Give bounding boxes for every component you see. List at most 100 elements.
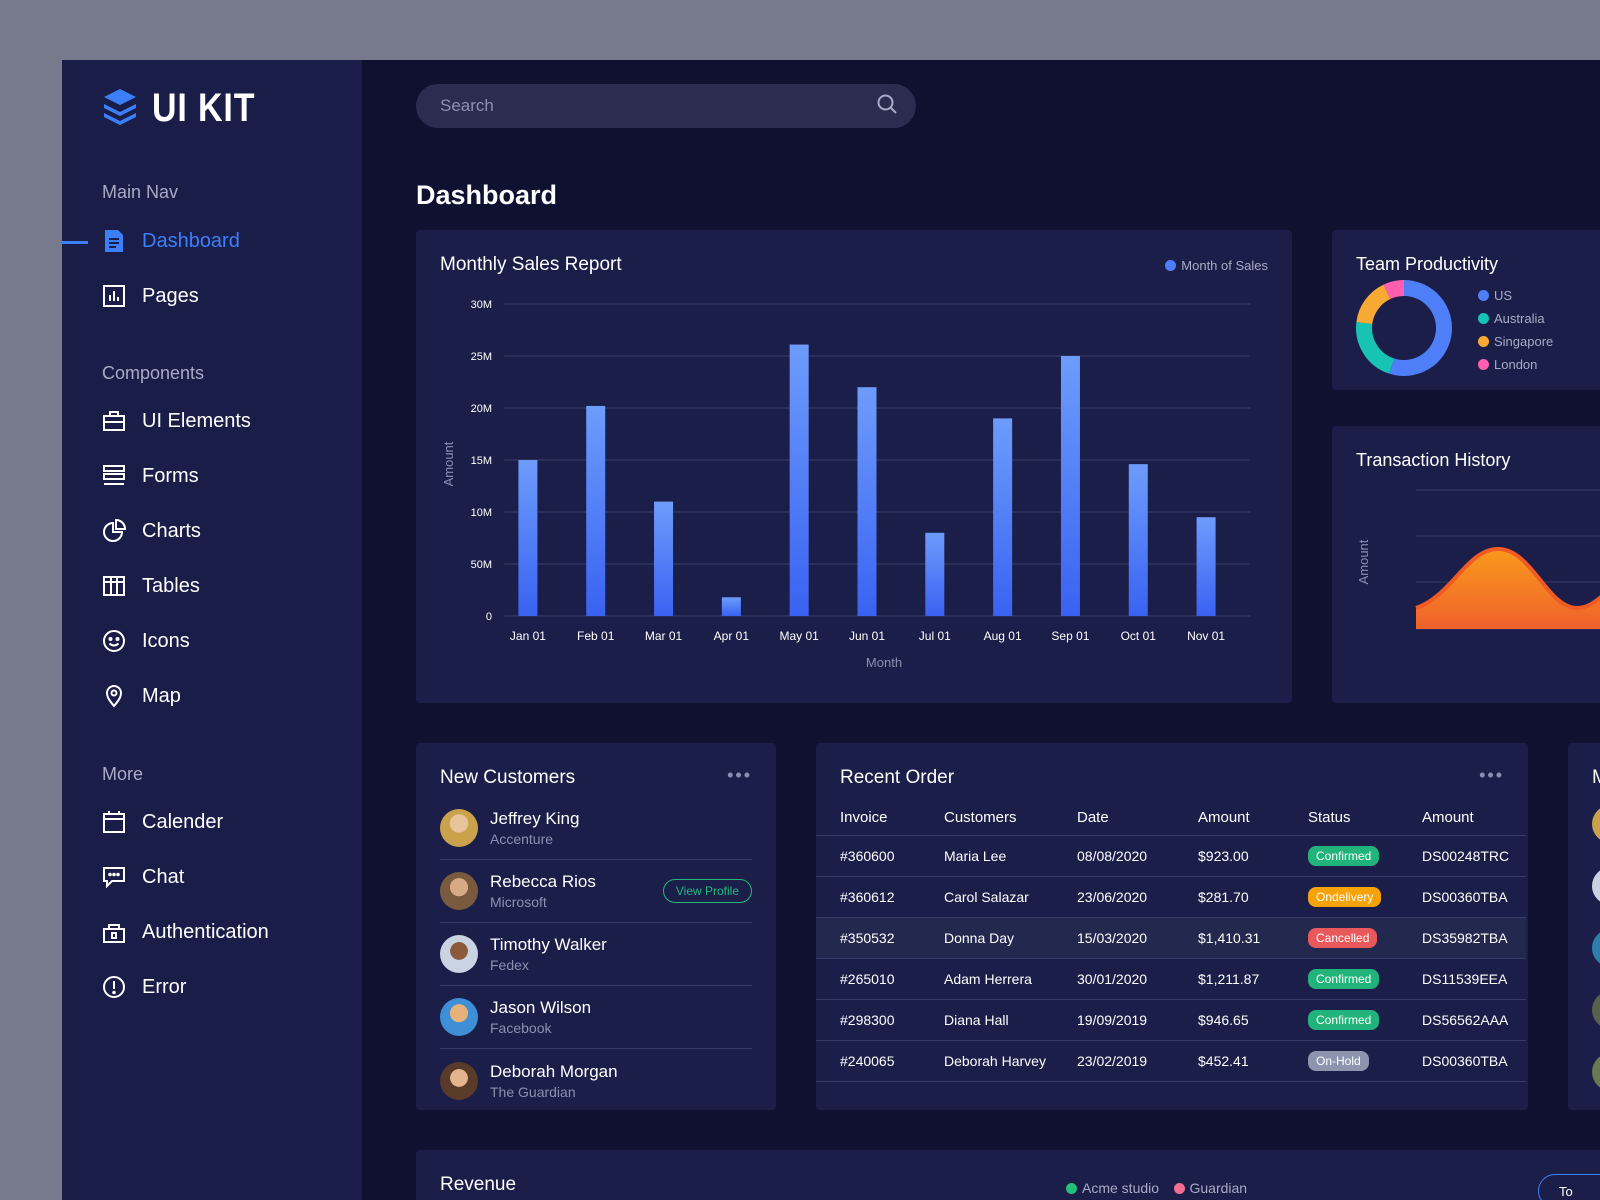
code-cell: DS11539EEA (1422, 957, 1526, 999)
customer-row[interactable]: Deborah Morgan The Guardian (440, 1049, 752, 1110)
sidebar-item-ui-elements[interactable]: UI Elements (102, 406, 251, 436)
sidebar-item-authentication[interactable]: Authentication (102, 917, 269, 947)
status-cell: Confirmed (1308, 957, 1422, 999)
status-cell: Confirmed (1308, 998, 1422, 1040)
brand-name: UI KIT (152, 86, 256, 130)
table-row[interactable]: #350532 Donna Day 15/03/2020 $1,410.31 C… (816, 916, 1526, 958)
sidebar-item-calender[interactable]: Calender (102, 807, 223, 837)
legend-dot (1478, 359, 1489, 370)
amount-cell: $923.00 (1198, 834, 1308, 876)
customer-cell: Deborah Harvey (944, 1039, 1077, 1082)
donut-slice-us[interactable] (1389, 280, 1452, 376)
avatar (1592, 1053, 1600, 1091)
date-cell: 19/09/2019 (1077, 998, 1198, 1040)
y-axis-label: Amount (441, 441, 456, 486)
more-options-icon[interactable]: ••• (1479, 765, 1504, 786)
date-cell: 08/08/2020 (1077, 834, 1198, 876)
customer-company: Fedex (490, 957, 529, 973)
customer-row[interactable]: Jeffrey King Accenture (440, 797, 752, 860)
sidebar-item-charts[interactable]: Charts (102, 516, 201, 546)
bar-apr-01[interactable] (721, 597, 741, 616)
sidebar-item-icons[interactable]: Icons (102, 626, 190, 656)
bar-chart-icon (102, 284, 126, 308)
x-tick-label: Jan 01 (510, 629, 546, 643)
customers-card: New Customers ••• Jeffrey King Accenture … (416, 743, 776, 1110)
sidebar-item-forms[interactable]: Forms (102, 461, 199, 491)
code-cell: DS35982TBA (1422, 916, 1526, 958)
column-header: Amount (1422, 809, 1474, 827)
sidebar-item-tables[interactable]: Tables (102, 571, 200, 601)
sidebar-item-pages[interactable]: Pages (102, 281, 199, 311)
customer-cell: Carol Salazar (944, 875, 1077, 917)
view-profile-button[interactable]: View Profile (662, 879, 752, 903)
sidebar-item-label: Authentication (142, 920, 269, 943)
x-tick-label: Aug 01 (984, 629, 1022, 643)
sidebar-item-dashboard[interactable]: Dashboard (102, 226, 240, 256)
bar-jun-01[interactable] (857, 387, 877, 616)
code-cell: DS00360TBA (1422, 1039, 1526, 1082)
sidebar-item-label: Tables (142, 574, 200, 597)
customer-company: Microsoft (490, 894, 547, 910)
nav-section-components: Components (102, 363, 205, 383)
bar-sep-01[interactable] (1060, 356, 1080, 616)
revenue-period-button[interactable]: To (1538, 1174, 1600, 1200)
status-badge: Cancelled (1308, 927, 1378, 948)
main-content: Dashboard Monthly Sales Report Month of … (362, 60, 1600, 1200)
search-icon[interactable] (876, 93, 898, 120)
avatar (440, 935, 478, 973)
bar-mar-01[interactable] (654, 501, 674, 616)
bar-feb-01[interactable] (586, 405, 606, 616)
bar-jan-01[interactable] (518, 460, 538, 616)
amount-cell: $452.41 (1198, 1039, 1308, 1082)
sidebar-item-chat[interactable]: Chat (102, 862, 184, 892)
invoice-cell: #265010 (816, 957, 944, 999)
table-row[interactable]: #360600 Maria Lee 08/08/2020 $923.00 Con… (816, 834, 1526, 876)
search-input[interactable] (440, 96, 876, 116)
x-axis-label: Month (866, 655, 902, 670)
date-cell: 30/01/2020 (1077, 957, 1198, 999)
error-icon (102, 975, 126, 999)
customer-row[interactable]: Jason Wilson Facebook (440, 986, 752, 1049)
legend-label: Guardian (1189, 1180, 1248, 1196)
sidebar-item-label: Icons (142, 629, 190, 652)
bar-may-01[interactable] (789, 344, 809, 616)
status-badge: Ondelivery (1308, 886, 1382, 907)
sidebar: UI KIT Main Nav Dashboard Pages Componen… (62, 60, 362, 1200)
bar-aug-01[interactable] (993, 418, 1013, 616)
x-tick-label: May 01 (780, 629, 820, 643)
invoice-cell: #350532 (816, 916, 944, 958)
status-cell: Cancelled (1308, 916, 1422, 958)
customer-cell: Diana Hall (944, 998, 1077, 1040)
table-row[interactable]: #240065 Deborah Harvey 23/02/2019 $452.4… (816, 1039, 1526, 1082)
table-row[interactable]: #265010 Adam Herrera 30/01/2020 $1,211.8… (816, 957, 1526, 999)
amount-cell: $946.65 (1198, 998, 1308, 1040)
bar-oct-01[interactable] (1128, 464, 1148, 616)
customer-name: Jeffrey King (490, 809, 580, 828)
more-options-icon[interactable]: ••• (727, 765, 752, 786)
table-row[interactable]: #298300 Diana Hall 19/09/2019 $946.65 Co… (816, 998, 1526, 1040)
y-tick-label: 0 (486, 611, 492, 623)
bar-nov-01[interactable] (1196, 517, 1216, 616)
status-cell: Confirmed (1308, 834, 1422, 876)
smiley-icon (102, 629, 126, 653)
amount-cell: $1,211.87 (1198, 957, 1308, 999)
x-tick-label: Mar 01 (645, 629, 683, 643)
sidebar-item-map[interactable]: Map (102, 681, 181, 711)
avatar (440, 1061, 478, 1100)
search-bar[interactable] (416, 84, 916, 128)
legend-item: Guardian (1173, 1180, 1248, 1196)
sidebar-item-label: UI Elements (142, 409, 251, 432)
customer-row[interactable]: Timothy Walker Fedex (440, 923, 752, 986)
brand-logo[interactable]: UI KIT (102, 86, 274, 131)
status-badge: Confirmed (1308, 968, 1380, 989)
bar-jul-01[interactable] (925, 532, 945, 616)
customer-row[interactable]: Rebecca Rios Microsoft View Profile (440, 860, 752, 923)
donut-slice-london[interactable] (1383, 280, 1405, 300)
customer-name: Deborah Morgan (490, 1061, 618, 1081)
customer-name: Jason Wilson (490, 998, 592, 1017)
table-row[interactable]: #360612 Carol Salazar 23/06/2020 $281.70… (816, 875, 1526, 917)
sidebar-item-error[interactable]: Error (102, 972, 186, 1002)
sidebar-item-label: Forms (142, 464, 199, 487)
donut-slice-australia[interactable] (1356, 321, 1395, 374)
donut-slice-singapore[interactable] (1356, 284, 1391, 325)
